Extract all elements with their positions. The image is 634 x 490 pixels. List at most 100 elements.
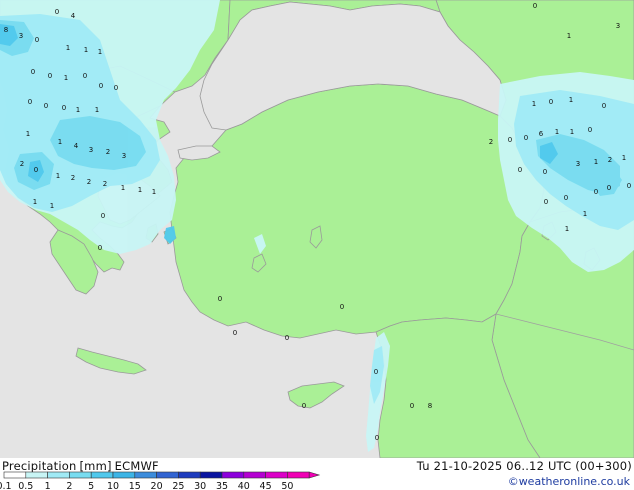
precip-value-label: 1 [583,210,587,218]
precip-value-label: 0 [627,182,631,190]
precip-value-label: 1 [569,96,573,104]
precip-value-label: 0 [98,244,102,252]
precip-value-label: 3 [89,146,93,154]
precip-value-label: 0 [549,98,553,106]
precip-value-label: 0 [508,136,512,144]
precip-value-label: 0 [607,184,611,192]
legend-swatch [112,471,136,479]
map-title: Precipitation [mm] ECMWF [2,459,162,473]
title-label: Precipitation [2,459,77,473]
legend-swatch [178,471,201,479]
legend-tick-label: 35 [216,481,228,490]
precip-value-label: 0 [55,8,59,16]
precip-value-label: 4 [71,12,76,20]
title-model: ECMWF [114,459,159,473]
precip-value-label: 1 [64,74,68,82]
precip-value-label: 2 [489,138,493,146]
legend-swatch [69,471,92,479]
precip-value-label: 3 [122,152,126,160]
legend-tick-label: 20 [151,481,163,490]
precip-value-label: 3 [616,22,620,30]
precip-value-label: 1 [98,48,102,56]
precip-value-label: 1 [138,186,142,194]
legend-swatch [243,471,266,479]
map-footer: Precipitation [mm] ECMWF Tu 21-10-2025 06.… [0,458,634,490]
credit-link[interactable]: ©weatheronline.co.uk [508,475,630,489]
precip-value-label: 2 [106,148,110,156]
precip-value-label: 0 [340,303,344,311]
legend-tick-label: 25 [172,481,184,490]
precip-value-label: 1 [84,46,88,54]
precip-value-label: 0 [101,212,105,220]
precip-value-label: 1 [121,184,125,192]
precip-value-label: 1 [622,154,626,162]
legend-tick-label: 2 [66,481,72,490]
legend-swatch [265,471,288,479]
precip-value-label: 0 [302,402,306,410]
precip-value-label: 1 [76,106,80,114]
precip-value-label: 0 [594,188,598,196]
precip-value-label: 0 [524,134,528,142]
precip-value-label: 0 [35,36,39,44]
precip-value-label: 2 [87,178,91,186]
precip-value-label: 0 [83,72,87,80]
precip-value-label: 1 [532,100,536,108]
precip-value-label: 1 [58,138,62,146]
precip-value-label: 0 [374,368,378,376]
precip-value-label: 0 [233,329,237,337]
precip-value-label: 4 [74,142,79,150]
precip-value-label: 0 [114,84,118,92]
precip-value-label: 1 [95,106,99,114]
legend-swatch [90,471,114,479]
legend-swatch [199,471,223,479]
legend-swatch [287,471,310,479]
legend-tick-label: 1 [45,481,51,490]
precip-value-label: 1 [570,128,574,136]
forecast-datetime: Tu 21-10-2025 06..12 UTC (00+300) [416,459,632,473]
precip-value-label: 3 [576,160,580,168]
precip-legend: 0.10.5125101520253035404550 [0,471,321,490]
legend-swatch [221,471,245,479]
legend-tick-label: 0.1 [0,481,12,490]
precip-value-label: 1 [50,202,54,210]
precip-value-label: 8 [428,402,432,410]
legend-tick-label: 30 [194,481,206,490]
precipitation-map-page: 0438011100100000011143231201222111110000… [0,0,634,490]
precip-value-label: 0 [44,102,48,110]
precip-value-label: 1 [565,225,569,233]
title-unit: [mm] [79,459,112,473]
precipitation-map[interactable]: 0 4 3 8 0 1 1 1 0 0 1 0 0 0 0 0 0 1 1 1 4 3 2 3 1 2 0 1 2 2 2 1 1 1 1 1 0 0 0 0… [0,0,634,458]
precip-value-label: 1 [66,44,70,52]
legend-arrow [308,471,321,479]
precip-value-label: 0 [588,126,592,134]
legend-tick-label: 5 [88,481,94,490]
precip-value-label: 1 [33,198,37,206]
precip-value-label: 0 [34,166,38,174]
precip-value-label: 0 [218,295,222,303]
legend-swatch [3,471,27,479]
precip-value-label: 8 [4,26,8,34]
precip-value-label: 2 [20,160,24,168]
legend-tick-label: 10 [107,481,119,490]
precip-value-label: 0 [518,166,522,174]
precip-value-label: 2 [103,180,107,188]
precip-value-label: 0 [544,198,548,206]
legend-tick-label: 0.5 [18,481,33,490]
precip-value-label: 0 [533,2,537,10]
precip-value-label: 0 [285,334,289,342]
precip-value-label: 2 [608,156,612,164]
legend-tick-label: 45 [260,481,272,490]
precip-value-label: 6 [539,130,544,138]
precip-value-label: 1 [567,32,571,40]
legend-tick-label: 50 [281,481,293,490]
legend-swatch [156,471,179,479]
precip-value-label: 0 [375,434,379,442]
precip-value-label: 0 [62,104,66,112]
precip-value-label: 0 [543,168,547,176]
precip-value-label: 1 [26,130,30,138]
precip-value-label: 3 [19,32,23,40]
precip-value-label: 0 [564,194,568,202]
precip-value-label: 1 [56,172,60,180]
precip-value-label: 1 [152,188,156,196]
precip-value-label: 1 [555,128,559,136]
